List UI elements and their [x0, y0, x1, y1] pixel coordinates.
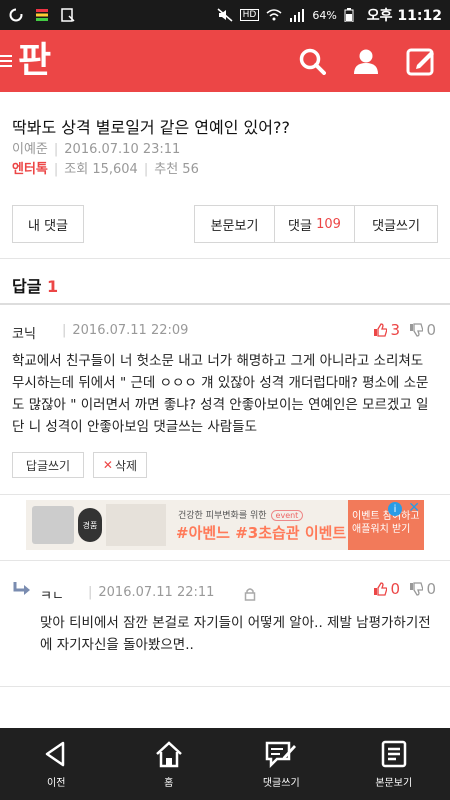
reply-arrow-icon [12, 581, 32, 601]
write-comment-icon [266, 741, 297, 768]
nav-view-body[interactable]: 본문보기 [338, 728, 450, 800]
recommend-label: 추천 [154, 162, 179, 177]
separator: | [53, 142, 59, 157]
ad-headline: #아벤느 #3초습관 이벤트 [176, 524, 347, 542]
close-icon: ✕ [102, 458, 113, 472]
thumbs-down-icon [410, 582, 424, 596]
nested-comment-date-line: | 2016.07.11 22:11 [88, 585, 214, 600]
thumbs-up-icon [374, 323, 388, 337]
divider [0, 303, 450, 305]
delete-button[interactable]: ✕ 삭제 [93, 452, 147, 478]
comment-body: 학교에서 친구들이 너 헛소문 내고 너가 해명하고 그게 아니라고 소리쳐도 … [12, 353, 429, 435]
document-icon [381, 740, 406, 767]
search-icon[interactable] [298, 47, 326, 75]
product-image [106, 504, 166, 546]
ad-pill: event [270, 510, 304, 521]
nested-comment-dislike-count: 0 [426, 580, 436, 598]
nested-comment-datetime: 2016.07.11 22:11 [98, 585, 215, 600]
thumbs-down-icon [410, 323, 424, 337]
ad-badge: 경품 [78, 508, 102, 542]
signal-icon [289, 8, 305, 22]
battery-icon [344, 8, 360, 23]
comment-dislike-button[interactable]: 0 [409, 321, 436, 339]
comment-datetime: 2016.07.11 22:09 [72, 323, 189, 338]
comment-author: 코닉 [12, 327, 36, 342]
nav-back[interactable]: 이전 [0, 728, 113, 800]
recommend-count: 56 [182, 162, 199, 177]
replies-count: 1 [47, 277, 59, 296]
nav-home-label: 홈 [164, 777, 174, 789]
divider [0, 686, 450, 687]
ad-banner[interactable]: 경품 건강한 피부변화를 위한 event #아벤느 #3초습관 이벤트 이벤트 … [26, 500, 424, 550]
delete-label: 삭제 [114, 458, 138, 473]
view-body-button[interactable]: 본문보기 [195, 206, 275, 242]
nav-write-comment-label: 댓글쓰기 [262, 777, 300, 789]
status-bar: HD 64% 오후 11:12 [0, 0, 450, 30]
views-count: 15,604 [92, 162, 138, 177]
comments-count: 109 [316, 216, 341, 232]
nav-view-body-label: 본문보기 [375, 777, 413, 789]
app-notification-icon [8, 8, 24, 22]
ad-info-icon[interactable]: i [388, 502, 402, 516]
comments-label: 댓글 [288, 218, 312, 234]
app-header: 판 [0, 30, 450, 92]
user-icon[interactable] [352, 47, 380, 75]
layers-icon [34, 8, 50, 22]
download-icon [60, 8, 76, 22]
post-category[interactable]: 엔터톡 [12, 162, 48, 177]
write-comment-button[interactable]: 댓글쓰기 [355, 206, 437, 242]
product-image [32, 506, 74, 544]
post-title: 딱봐도 상격 별로일거 같은 연예인 있어?? [12, 118, 290, 137]
post-stats-line: 엔터톡 | 조회 15,604 | 추천 56 [12, 158, 199, 177]
separator: | [143, 162, 149, 177]
divider [0, 258, 450, 259]
divider [0, 560, 450, 561]
comments-button[interactable]: 댓글 109 [275, 206, 355, 242]
comment-dislike-count: 0 [426, 321, 436, 339]
nested-comment-like-count: 0 [390, 580, 400, 598]
mute-icon [217, 8, 233, 22]
reply-button[interactable]: 답글쓰기 [12, 452, 84, 478]
ad-close-icon[interactable]: ✕ [408, 500, 420, 516]
replies-header: 답글 1 [12, 273, 58, 297]
hd-icon: HD [239, 9, 260, 21]
nav-home[interactable]: 홈 [113, 728, 226, 800]
nav-write-comment[interactable]: 댓글쓰기 [225, 728, 338, 800]
separator: | [62, 323, 67, 338]
comment-like-count: 3 [390, 321, 400, 339]
back-icon [46, 741, 65, 766]
replies-label: 답글 [12, 277, 42, 296]
comment-actions-group: 본문보기 댓글 109 댓글쓰기 [194, 205, 438, 243]
separator: | [88, 585, 93, 600]
nested-comment-author: ㅋㄴ [40, 589, 64, 604]
comment-date-line: | 2016.07.11 22:09 [62, 323, 188, 338]
bottom-nav: 이전 홈 댓글쓰기 본문보기 [0, 728, 450, 800]
wifi-icon [266, 8, 282, 22]
my-comments-button[interactable]: 내 댓글 [12, 205, 84, 243]
home-icon [155, 740, 182, 767]
post-datetime: 2016.07.10 23:11 [64, 142, 181, 157]
thumbs-up-icon [374, 582, 388, 596]
separator: | [53, 162, 59, 177]
post-author: 이예준 [12, 142, 48, 157]
comment-like-button[interactable]: 3 [373, 321, 400, 339]
ad-subtitle-line: 건강한 피부변화를 위한 event [178, 508, 304, 521]
nested-comment-dislike-button[interactable]: 0 [409, 580, 436, 598]
battery-percent: 64% [312, 8, 337, 22]
nav-back-label: 이전 [47, 777, 66, 789]
menu-icon[interactable] [0, 55, 14, 67]
post-author-line: 이예준 | 2016.07.10 23:11 [12, 138, 180, 157]
write-post-icon[interactable] [406, 46, 436, 76]
lock-icon [244, 586, 256, 605]
divider [0, 494, 450, 495]
ad-subtitle: 건강한 피부변화를 위한 [178, 511, 267, 521]
nested-comment-body: 맞아 티비에서 잠깐 본걸로 자기들이 어떻게 알아.. 제발 남평가하기전에 … [40, 615, 431, 653]
clock: 오후 11:12 [366, 8, 442, 24]
app-logo[interactable]: 판 [18, 43, 51, 79]
nested-comment-like-button[interactable]: 0 [373, 580, 400, 598]
views-label: 조회 [64, 162, 89, 177]
